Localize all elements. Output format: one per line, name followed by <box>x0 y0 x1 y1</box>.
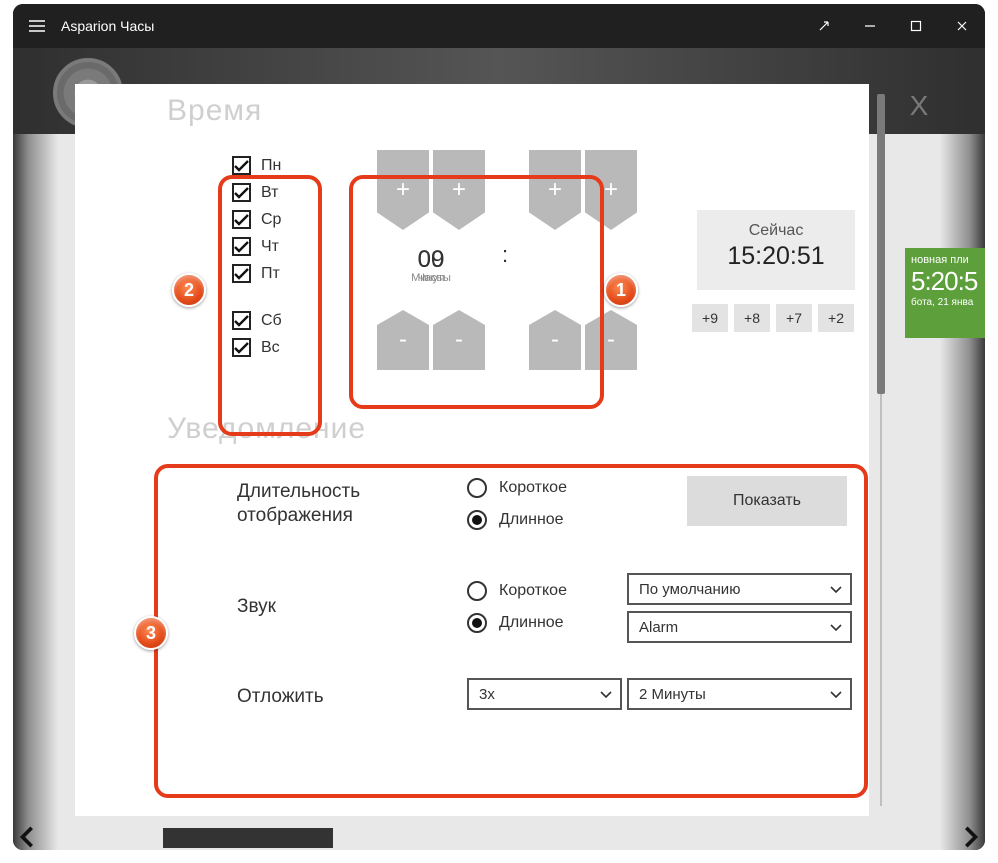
time-spinner: + - + - 09 Часы : + - <box>377 150 637 370</box>
radio-icon[interactable] <box>467 613 487 633</box>
maximize-button[interactable] <box>893 4 939 48</box>
snooze-label: Отложить <box>237 685 324 709</box>
minutes-tens-down[interactable]: - <box>529 310 581 370</box>
app-window: Asparion Часы новная пли 5:20:5 бота, 21… <box>13 4 985 850</box>
day-checkbox-group: Пн Вт Ср Чт Пт <box>232 152 302 361</box>
sound-long-radio[interactable]: Длинное <box>467 607 567 639</box>
time-colon: : <box>498 242 512 268</box>
select-value: 3x <box>479 686 495 703</box>
title-bar: Asparion Часы <box>13 4 985 48</box>
select-value: Alarm <box>639 619 678 636</box>
duration-long-radio[interactable]: Длинное <box>467 504 567 536</box>
bottom-nav <box>13 820 985 850</box>
checkbox-icon[interactable] <box>232 210 251 229</box>
hamburger-icon[interactable] <box>13 4 61 48</box>
radio-label: Короткое <box>499 479 567 497</box>
day-row-sat[interactable]: Сб <box>232 307 302 334</box>
time-section: Пн Вт Ср Чт Пт <box>167 132 869 412</box>
day-row-tue[interactable]: Вт <box>232 179 302 206</box>
tile-date: бота, 21 янва <box>911 297 985 309</box>
checkbox-icon[interactable] <box>232 338 251 357</box>
chevron-down-icon <box>600 691 612 698</box>
clock-tile: новная пли 5:20:5 бота, 21 янва <box>905 248 985 338</box>
minutes-tens-up[interactable]: + <box>529 150 581 230</box>
modal-scrollbar[interactable] <box>877 94 885 806</box>
app-title: Asparion Часы <box>61 18 154 34</box>
tile-time: 5:20:5 <box>911 267 985 297</box>
duration-label: Длительность отображения <box>237 480 360 528</box>
nav-right-icon[interactable] <box>959 826 981 848</box>
minutes-column: + - + - 00 Минуты <box>529 150 637 370</box>
quick-offset-btn[interactable]: +8 <box>734 304 770 332</box>
day-row-mon[interactable]: Пн <box>232 152 302 179</box>
sound-label: Звук <box>237 595 276 619</box>
radio-icon[interactable] <box>467 478 487 498</box>
chevron-down-icon <box>830 624 842 631</box>
minimize-button[interactable] <box>847 4 893 48</box>
checkbox-icon[interactable] <box>232 183 251 202</box>
nav-left-icon[interactable] <box>17 826 39 848</box>
hours-tens-down[interactable]: - <box>377 310 429 370</box>
snooze-interval-select[interactable]: 2 Минуты <box>627 678 852 710</box>
sound-radio-group: Короткое Длинное <box>467 575 567 639</box>
minutes-ones-up[interactable]: + <box>585 150 637 230</box>
now-label: Сейчас <box>697 222 855 240</box>
sound-short-select[interactable]: По умолчанию <box>627 573 852 605</box>
minutes-ones-down[interactable]: - <box>585 310 637 370</box>
day-label: Пт <box>261 265 280 283</box>
sound-long-select[interactable]: Alarm <box>627 611 852 643</box>
restore-diag-icon[interactable] <box>801 4 847 48</box>
checkbox-icon[interactable] <box>232 237 251 256</box>
sound-short-radio[interactable]: Короткое <box>467 575 567 607</box>
now-button[interactable]: Сейчас 15:20:51 <box>697 210 855 290</box>
radio-label: Длинное <box>499 511 564 529</box>
window-controls <box>801 4 985 48</box>
alarm-settings-modal: X Время Пн Вт Ср <box>75 84 869 816</box>
section-title-notification: Уведомление <box>167 412 869 446</box>
day-label: Вт <box>261 184 278 202</box>
duration-radio-group: Короткое Длинное <box>467 472 567 536</box>
scroll-thumb[interactable] <box>877 94 885 394</box>
snooze-count-select[interactable]: 3x <box>467 678 622 710</box>
radio-icon[interactable] <box>467 510 487 530</box>
minutes-value: 00 <box>377 246 485 274</box>
day-label: Ср <box>261 211 281 229</box>
hours-ones-down[interactable]: - <box>433 310 485 370</box>
day-label: Сб <box>261 312 282 330</box>
day-row-fri[interactable]: Пт <box>232 260 302 287</box>
tile-title: новная пли <box>911 254 985 267</box>
radio-label: Короткое <box>499 582 567 600</box>
day-row-sun[interactable]: Вс <box>232 334 302 361</box>
quick-offset-group: +9 +8 +7 +2 <box>692 304 860 332</box>
hours-ones-up[interactable]: + <box>433 150 485 230</box>
chevron-down-icon <box>830 691 842 698</box>
select-value: 2 Минуты <box>639 686 706 703</box>
radio-icon[interactable] <box>467 581 487 601</box>
day-label: Пн <box>261 157 281 175</box>
close-button[interactable] <box>939 4 985 48</box>
quick-offset-btn[interactable]: +7 <box>776 304 812 332</box>
modal-close-button[interactable]: X <box>899 90 939 122</box>
day-row-wed[interactable]: Ср <box>232 206 302 233</box>
notification-section: Длительность отображения Короткое Длинно… <box>167 450 869 770</box>
now-time: 15:20:51 <box>697 242 855 271</box>
quick-offset-btn[interactable]: +9 <box>692 304 728 332</box>
show-button[interactable]: Показать <box>687 476 847 526</box>
day-label: Чт <box>261 238 279 256</box>
day-row-thu[interactable]: Чт <box>232 233 302 260</box>
minutes-label: Минуты <box>377 272 485 284</box>
chevron-down-icon <box>830 586 842 593</box>
checkbox-icon[interactable] <box>232 264 251 283</box>
hours-tens-up[interactable]: + <box>377 150 429 230</box>
quick-offset-btn[interactable]: +2 <box>818 304 854 332</box>
checkbox-icon[interactable] <box>232 156 251 175</box>
duration-short-radio[interactable]: Короткое <box>467 472 567 504</box>
day-label: Вс <box>261 339 280 357</box>
carousel-scrollbar[interactable] <box>163 828 333 848</box>
select-value: По умолчанию <box>639 581 740 598</box>
section-title-time: Время <box>167 94 869 128</box>
checkbox-icon[interactable] <box>232 311 251 330</box>
radio-label: Длинное <box>499 614 564 632</box>
